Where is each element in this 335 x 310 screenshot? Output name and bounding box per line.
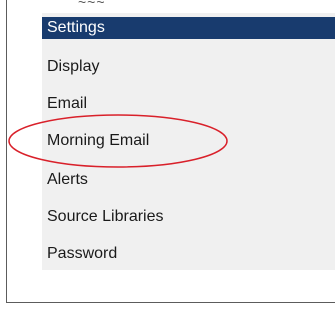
menu-item-morning-email[interactable]: Morning Email (42, 130, 335, 152)
menu-item-email[interactable]: Email (42, 93, 335, 115)
menu-item-password[interactable]: Password (42, 243, 335, 265)
menu-item-display[interactable]: Display (42, 56, 335, 78)
cutoff-title: ~~~ (78, 0, 106, 4)
settings-menu: Settings Display Email Morning Email Ale… (42, 13, 335, 270)
menu-item-alerts[interactable]: Alerts (42, 169, 335, 191)
menu-item-settings[interactable]: Settings (42, 17, 335, 39)
menu-item-source-libraries[interactable]: Source Libraries (42, 206, 335, 228)
